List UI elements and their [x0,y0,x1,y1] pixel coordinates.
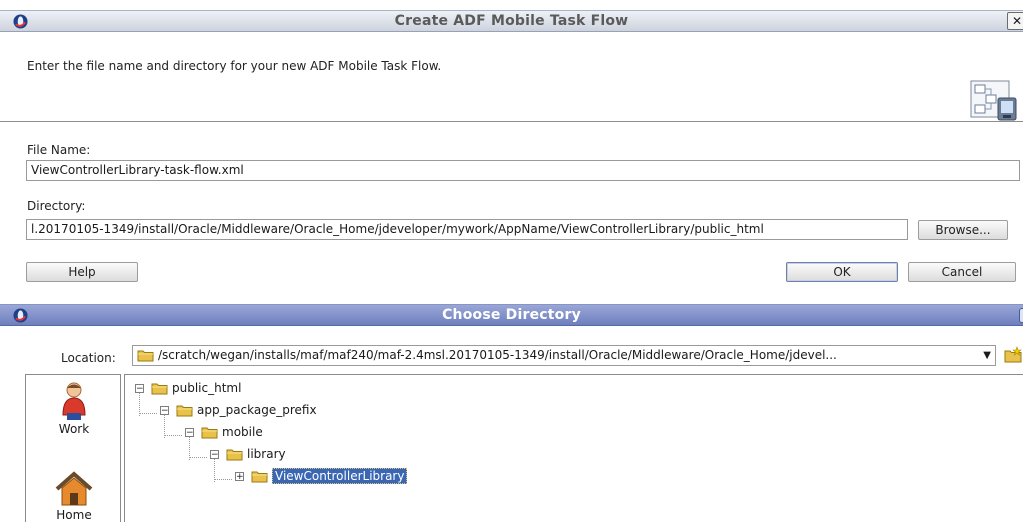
dialog-title: Choose Directory [442,307,581,323]
place-label: Home [56,508,92,522]
cancel-button[interactable]: Cancel [908,262,1016,282]
folder-icon [137,350,154,362]
tree-node-label: ViewControllerLibrary [272,468,408,484]
new-folder-icon[interactable] [1004,346,1023,364]
directory-input[interactable]: l.20170105-1349/install/Oracle/Middlewar… [26,219,908,240]
file-name-label-text: File Name: [27,143,91,157]
tree-node-app-package-prefix[interactable]: − app_package_prefix [160,401,317,419]
directory-label: Directory: [27,199,86,213]
location-combobox[interactable]: /scratch/wegan/installs/maf/maf240/maf-2… [132,345,996,366]
choose-directory-titlebar[interactable]: Choose Directory [0,304,1023,326]
tree-node-mobile[interactable]: − mobile [185,423,263,441]
collapse-icon[interactable]: − [135,384,144,394]
help-button[interactable]: Help [26,262,138,282]
location-label: Location: [61,351,116,365]
folder-icon [226,449,243,461]
tree-node-label: mobile [222,425,263,439]
chevron-down-icon[interactable]: ▼ [983,346,991,365]
close-icon[interactable]: ✕ [1007,12,1023,30]
tree-connector [139,413,157,414]
ok-button[interactable]: OK [786,262,898,282]
tree-connector [189,457,207,458]
tree-node-label: app_package_prefix [197,403,317,417]
tree-node-library[interactable]: − library [210,445,286,463]
folder-icon [176,405,193,417]
tree-node-label: public_html [172,381,242,395]
places-sidebar: Work Home [25,374,121,522]
location-value: /scratch/wegan/installs/maf/maf240/maf-2… [158,348,837,362]
instructions-text: Enter the file name and directory for yo… [27,59,442,73]
person-icon [62,382,86,420]
header-separator [0,121,1023,122]
file-name-input[interactable]: ViewControllerLibrary-task-flow.xml [26,160,1020,181]
tree-node-viewcontrollerlibrary[interactable]: + ViewControllerLibrary [235,467,408,485]
dialog-title: Create ADF Mobile Task Flow [394,13,629,29]
tree-node-label: library [247,447,286,461]
house-icon [55,471,93,506]
tree-connector [214,479,232,480]
file-name-label: File Name: [27,143,90,157]
browse-button[interactable]: Browse... [918,220,1008,240]
collapse-icon[interactable]: − [185,428,194,438]
collapse-icon[interactable]: − [160,406,169,416]
place-work[interactable]: Work [26,381,122,436]
task-flow-wizard-icon [970,80,1017,121]
collapse-icon[interactable]: − [210,450,219,460]
tree-node-public-html[interactable]: − public_html [135,379,241,397]
tree-connector [164,435,182,436]
directory-tree[interactable]: − public_html − app_package_prefix − mob… [124,374,1023,522]
folder-icon [251,471,268,483]
expand-icon[interactable]: + [235,472,244,482]
folder-icon [201,427,218,439]
folder-icon [151,383,168,395]
place-home[interactable]: Home [26,471,122,522]
place-label: Work [58,422,90,436]
create-task-flow-titlebar[interactable]: Create ADF Mobile Task Flow ✕ [0,10,1023,32]
window-edge-icon[interactable] [1019,308,1023,323]
